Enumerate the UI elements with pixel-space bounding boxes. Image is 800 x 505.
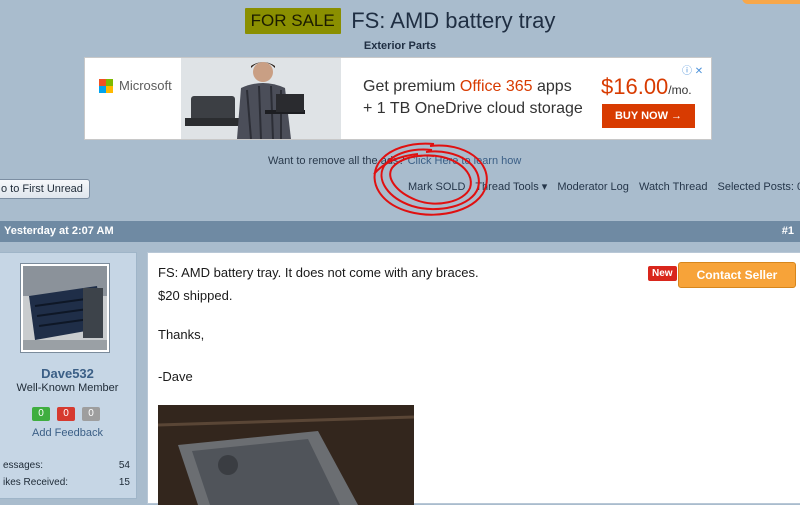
mark-sold-link[interactable]: Mark SOLD (408, 181, 465, 193)
ad-photo (181, 58, 341, 139)
selected-posts-link[interactable]: Selected Posts: 0 (718, 181, 800, 193)
ad-price: $16.00/mo. (601, 74, 692, 100)
microsoft-logo-icon (99, 78, 113, 93)
thread-tools-menu[interactable]: Thread Tools ▾ (475, 181, 547, 193)
top-corner-button[interactable] (742, 0, 800, 4)
go-to-first-unread-button[interactable]: o to First Unread (0, 179, 90, 199)
microsoft-logo: Microsoft (99, 78, 172, 93)
post-text-line: -Dave (158, 369, 193, 384)
username-link[interactable]: Dave532 (0, 366, 136, 381)
post-header-bar: Yesterday at 2:07 AM #1 (0, 221, 800, 242)
user-title: Well-Known Member (16, 382, 119, 394)
red-circle-annotation (373, 142, 488, 216)
feedback-positive-badge[interactable]: 0 (32, 407, 50, 421)
ad-copy-highlight: Office 365 (459, 78, 533, 95)
remove-ads-notice: Want to remove all the ads? Click Here t… (268, 155, 521, 167)
remove-ads-learn-link[interactable]: to learn how (458, 155, 521, 167)
add-feedback-link[interactable]: Add Feedback (0, 427, 136, 439)
post-permalink-number[interactable]: #1 (782, 225, 794, 237)
contact-seller-button[interactable]: Contact Seller (678, 262, 796, 288)
post-text-line: $20 shipped. (158, 288, 233, 303)
feedback-negative-badge[interactable]: 0 (57, 407, 75, 421)
feedback-neutral-badge[interactable]: 0 (82, 407, 100, 421)
ad-price-unit: /mo. (668, 83, 692, 97)
stat-likes-label: ikes Received: (3, 477, 69, 488)
watch-thread-link[interactable]: Watch Thread (639, 181, 707, 193)
remove-ads-link[interactable]: Click Here (408, 155, 459, 167)
ad-copy-line2: + 1 TB OneDrive cloud storage (363, 100, 583, 117)
ad-close-icon[interactable]: ⓘ ✕ (682, 62, 703, 77)
new-badge: New (648, 266, 677, 281)
post-text-line: FS: AMD battery tray. It does not come w… (158, 265, 479, 280)
ad-copy-part: apps (532, 78, 572, 95)
thread-title: FS: AMD battery tray (351, 8, 556, 33)
ad-copy: Get premium Office 365 apps + 1 TB OneDr… (363, 76, 583, 120)
post-date[interactable]: Yesterday at 2:07 AM (4, 225, 114, 237)
avatar[interactable] (20, 263, 110, 353)
advertisement-banner[interactable]: Microsoft Get premium Office 365 apps + … (84, 57, 712, 140)
post-message: FS: AMD battery tray. It does not come w… (147, 252, 800, 505)
remove-ads-text: Want to remove all the ads? (268, 155, 408, 167)
stat-messages-value: 54 (118, 460, 130, 471)
thread-title-row: FOR SALE FS: AMD battery tray (0, 8, 800, 34)
thread-prefix-badge: FOR SALE (244, 8, 341, 34)
thread-tools-bar: Mark SOLD Thread Tools ▾ Moderator Log W… (408, 180, 800, 193)
user-info-sidebar: Dave532 Well-Known Member 0 0 0 Add Feed… (0, 252, 137, 499)
stat-messages-label: essages: (3, 460, 44, 471)
ad-price-value: $16.00 (601, 74, 669, 99)
ad-buy-now-button[interactable]: BUY NOW → (602, 104, 695, 128)
ad-copy-part: Get premium (363, 78, 460, 95)
ad-brand: Microsoft (119, 78, 172, 93)
avatar-image (23, 266, 107, 350)
attached-photo[interactable] (158, 405, 414, 505)
stat-likes-value: 15 (118, 477, 130, 488)
post-text-line: Thanks, (158, 327, 205, 342)
forum-name[interactable]: Exterior Parts (0, 40, 800, 52)
moderator-log-link[interactable]: Moderator Log (557, 181, 629, 193)
